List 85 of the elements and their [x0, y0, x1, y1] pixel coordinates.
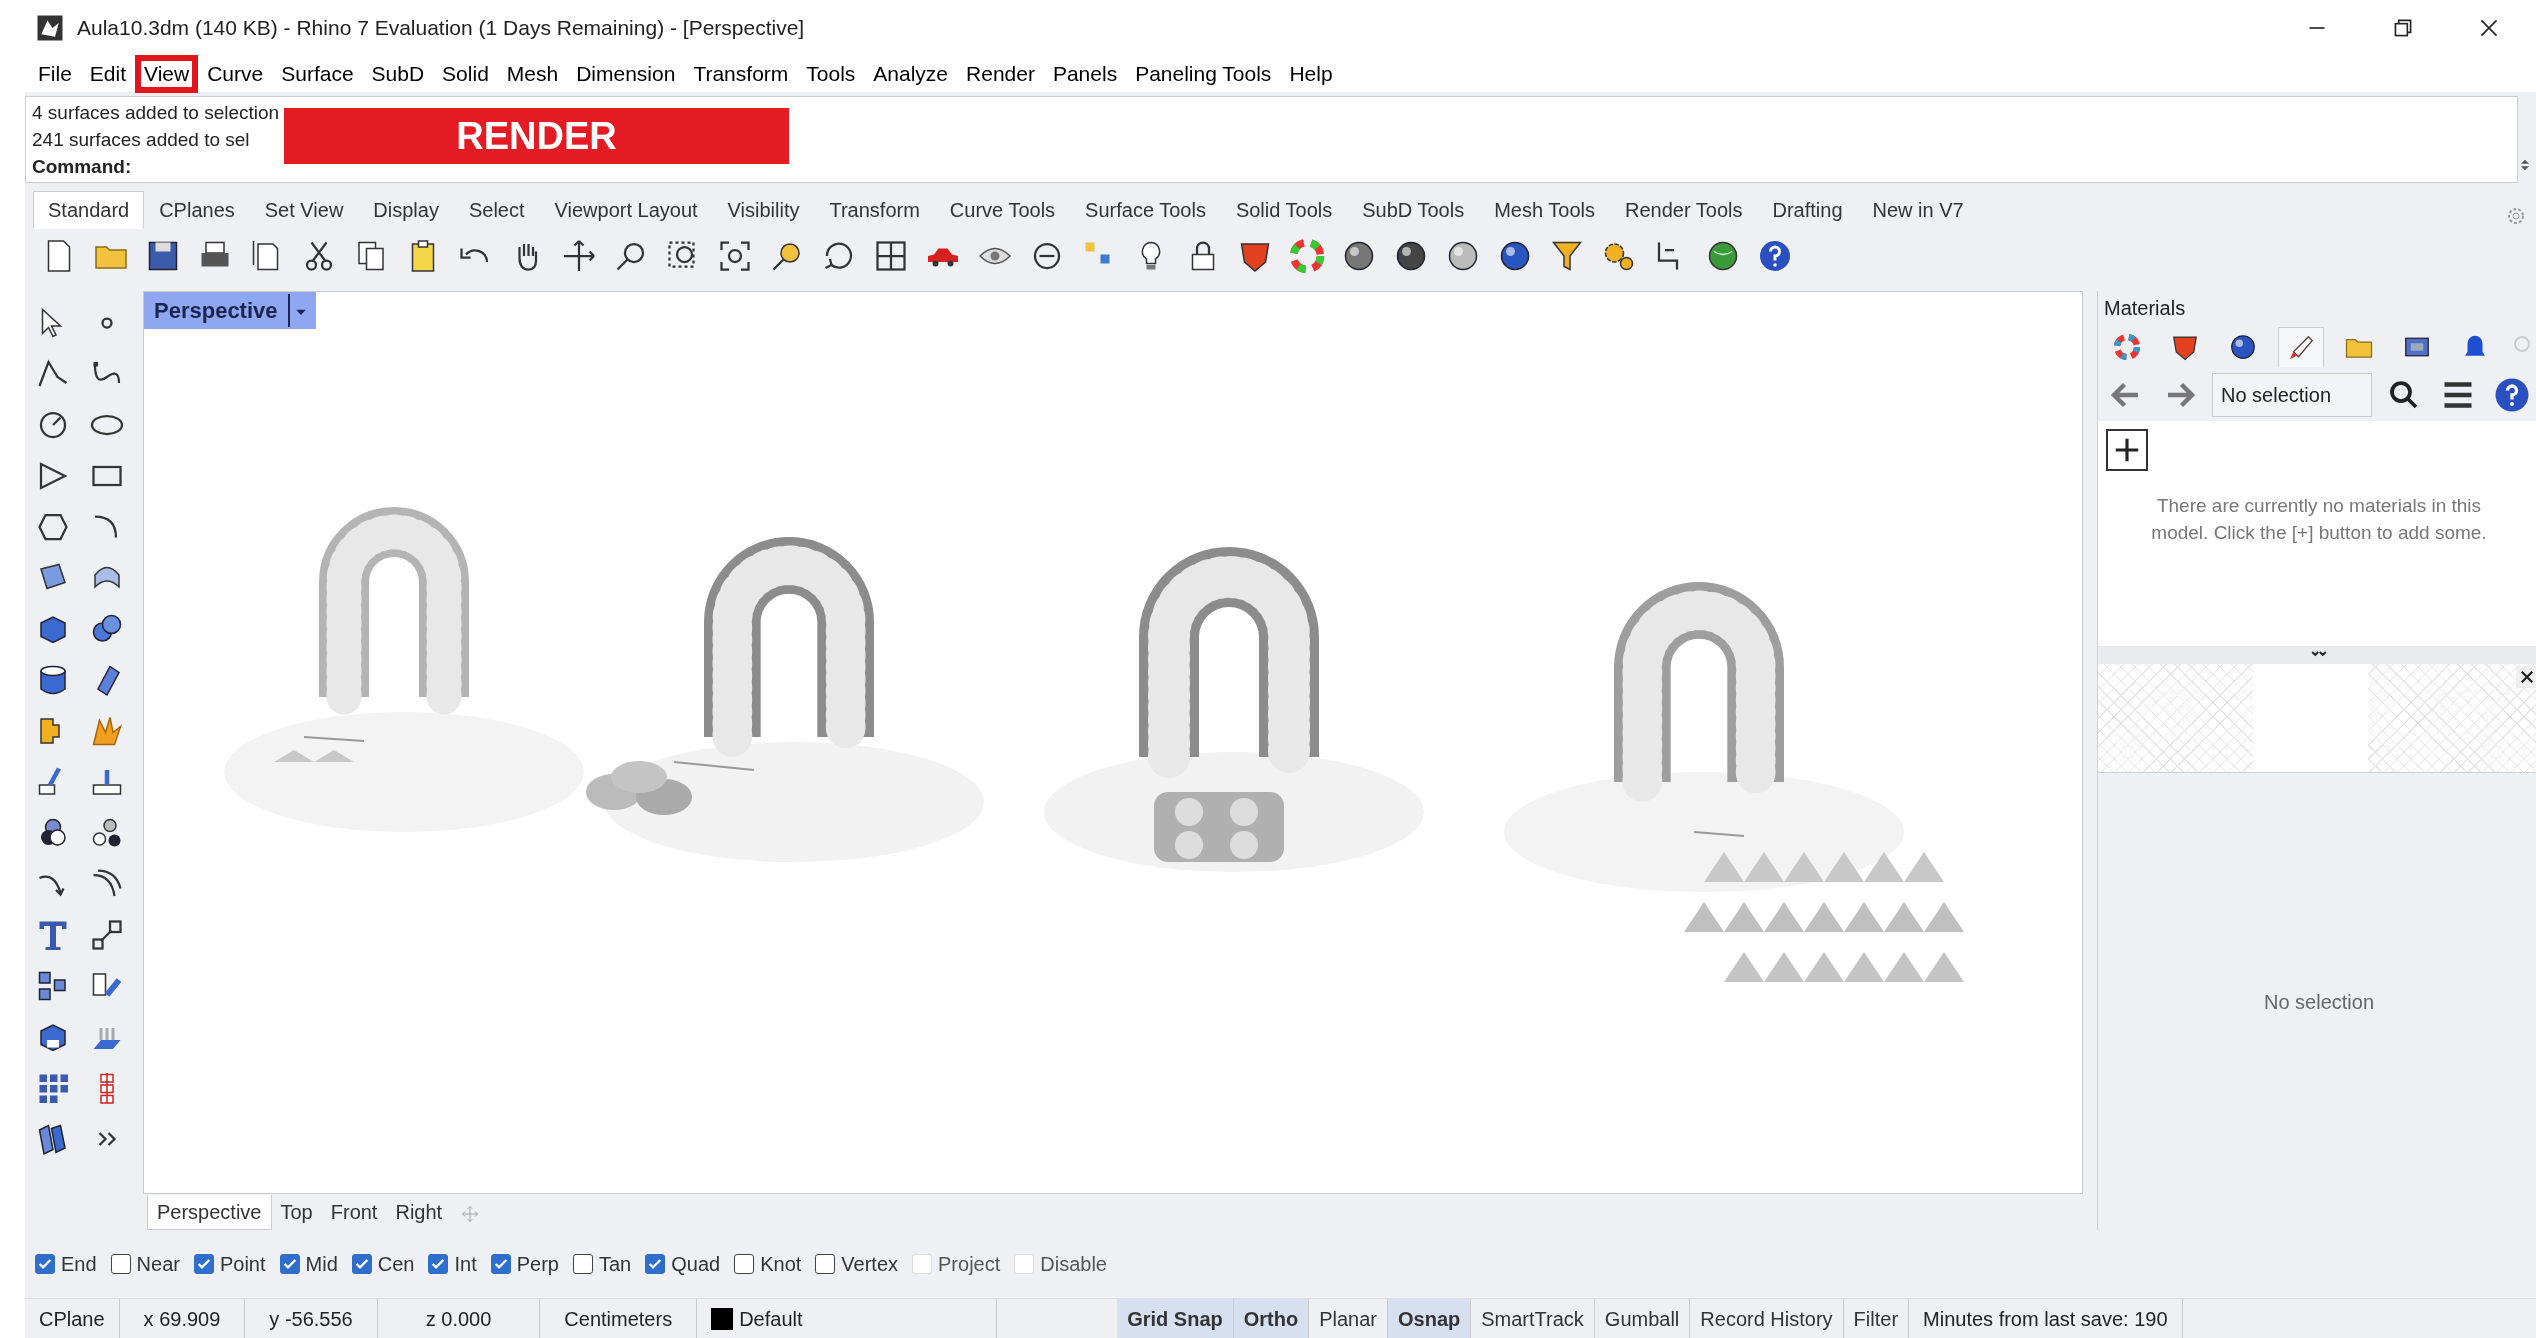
toolbar-tab[interactable]: Visibility	[712, 191, 815, 229]
move-arrows-icon[interactable]	[561, 238, 597, 274]
viewport[interactable]: Perspective	[143, 291, 2083, 1194]
z-coordinate: z 0.000	[377, 1299, 541, 1338]
close-icon[interactable]	[2518, 668, 2536, 686]
toolbar-tab[interactable]: New in V7	[1857, 191, 1979, 229]
toolbar-tab[interactable]: Curve Tools	[934, 191, 1071, 229]
annotation-banner: RENDER	[284, 108, 789, 164]
osnap-checkbox[interactable]: Vertex	[815, 1249, 899, 1279]
menu-item[interactable]: Paneling Tools	[1126, 57, 1281, 91]
y-coordinate: y -56.556	[245, 1299, 378, 1338]
command-label: Command:	[32, 155, 132, 179]
toolbar-tab[interactable]: Standard	[33, 191, 145, 229]
menu-item[interactable]: Transform	[684, 57, 798, 91]
status-toggle[interactable]: Planar	[1309, 1299, 1388, 1338]
menu-item[interactable]: SubD	[362, 57, 434, 91]
x-coordinate: x 69.909	[119, 1299, 246, 1338]
menu-item[interactable]: Edit	[80, 57, 136, 91]
material-selector[interactable]: No selection	[2212, 373, 2372, 417]
osnap-checkbox[interactable]: Perp	[490, 1249, 559, 1279]
viewport-tab[interactable]: Perspective	[147, 1194, 272, 1230]
osnap-checkbox[interactable]: Int	[428, 1249, 477, 1279]
toolbar-tab[interactable]: Mesh Tools	[1479, 191, 1610, 229]
menu-item[interactable]: Help	[1280, 57, 1342, 91]
status-toggle[interactable]: Ortho	[1233, 1299, 1310, 1338]
color-wheel-icon	[2112, 332, 2142, 362]
materials-tab[interactable]	[2278, 327, 2324, 367]
toolbar-tab[interactable]: Transform	[814, 191, 935, 229]
viewport-tab[interactable]: Top	[271, 1195, 322, 1229]
status-toggle[interactable]: Osnap	[1388, 1299, 1472, 1338]
menu-item[interactable]: Render	[957, 57, 1044, 91]
viewport-title-tab[interactable]: Perspective	[144, 292, 316, 329]
app-logo-icon	[35, 13, 65, 43]
osnap-checkbox[interactable]: Near	[110, 1249, 180, 1279]
toolbar-tab[interactable]: Surface Tools	[1070, 191, 1221, 229]
toolbar-tab[interactable]: Display	[358, 191, 454, 229]
panel-title: Materials	[2103, 296, 2187, 321]
sphere-icon	[2228, 332, 2258, 362]
osnap-checkbox[interactable]: End	[35, 1249, 97, 1279]
help-icon[interactable]	[1757, 238, 1793, 274]
window-title: Aula10.3dm (140 KB) - Rhino 7 Evaluation (1 Days Remaining) - [Perspective]	[77, 15, 806, 42]
viewport-tab[interactable]: Front	[321, 1195, 387, 1229]
osnap-checkbox[interactable]: Cen	[351, 1249, 415, 1279]
command-history-line: 4 surfaces added to selection	[32, 101, 280, 125]
toolbar-tab[interactable]: Drafting	[1757, 191, 1858, 229]
menu-item[interactable]: Mesh	[497, 57, 568, 91]
toolbar-tab[interactable]: Viewport Layout	[539, 191, 713, 229]
status-toggle[interactable]: SmartTrack	[1471, 1299, 1595, 1338]
four-viewports-icon[interactable]	[873, 238, 909, 274]
menu-item[interactable]: Panels	[1043, 57, 1127, 91]
command-history-line: 241 surfaces added to sel	[32, 128, 250, 152]
menu-item[interactable]: Dimension	[567, 57, 685, 91]
toolbar-tab[interactable]: Render Tools	[1610, 191, 1758, 229]
scale-icon[interactable]	[89, 917, 125, 953]
help-icon[interactable]	[2494, 377, 2530, 413]
menu-item[interactable]: Surface	[272, 57, 363, 91]
osnap-checkbox[interactable]: Point	[193, 1249, 266, 1279]
status-toggle[interactable]: Record History	[1690, 1299, 1844, 1338]
menu-item[interactable]: File	[29, 57, 81, 91]
toolbar-tab[interactable]: SubD Tools	[1347, 191, 1480, 229]
viewport-tab[interactable]: Right	[386, 1195, 452, 1229]
toolbar-tab[interactable]: Solid Tools	[1220, 191, 1348, 229]
menu-item[interactable]: Tools	[797, 57, 865, 91]
status-toggle[interactable]: Filter	[1843, 1299, 1910, 1338]
status-toggle[interactable]: Gumball	[1594, 1299, 1691, 1338]
osnap-checkbox[interactable]: Knot	[734, 1249, 802, 1279]
toolbar-tab[interactable]: Set View	[249, 191, 359, 229]
properties-message: No selection	[2098, 772, 2536, 1230]
zoom-extents-icon[interactable]	[717, 238, 753, 274]
save-time-label: Minutes from last save: 190	[1909, 1299, 2183, 1338]
menu-item[interactable]: Analyze	[864, 57, 958, 91]
osnap-checkbox[interactable]: Mid	[279, 1249, 338, 1279]
menu-item[interactable]: Solid	[433, 57, 498, 91]
toolbar-tab[interactable]: CPlanes	[144, 191, 250, 229]
layer-name[interactable]: Default	[739, 1303, 803, 1334]
cplane-label[interactable]: CPlane	[25, 1299, 120, 1338]
empty-materials-message: There are currently no materials in this model. Click the [+] button to add some.	[2150, 494, 2488, 545]
menu-item[interactable]: Curve	[198, 57, 273, 91]
layer-color-swatch	[711, 1307, 734, 1330]
osnap-checkbox[interactable]: Tan	[573, 1249, 632, 1279]
toolbar-tab[interactable]: Select	[453, 191, 540, 229]
units-label[interactable]: Centimeters	[540, 1299, 698, 1338]
status-toggle[interactable]: Grid Snap	[1117, 1299, 1234, 1338]
color-wheel-icon[interactable]	[1289, 238, 1325, 274]
osnap-checkbox[interactable]: Quad	[645, 1249, 721, 1279]
